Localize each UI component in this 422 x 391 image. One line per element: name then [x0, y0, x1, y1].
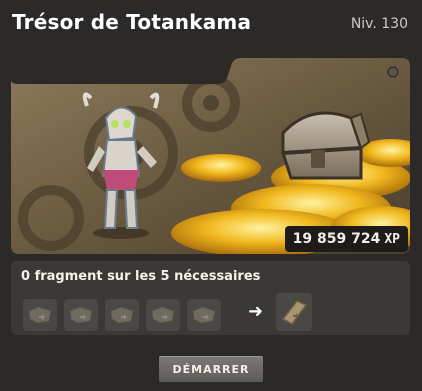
- right-arrow-icon: ➜: [248, 301, 264, 322]
- quest-title: Trésor de Totankama: [12, 10, 252, 34]
- map-fragment-icon: [151, 306, 175, 324]
- map-fragment-icon: [192, 306, 216, 324]
- treasure-map-icon: [281, 300, 308, 325]
- fragment-slot-5[interactable]: [187, 299, 221, 331]
- fragment-slot-1[interactable]: [23, 299, 57, 331]
- xp-value: 19 859 724: [292, 231, 381, 247]
- treasure-map-slot[interactable]: [276, 293, 312, 331]
- xp-reward: 19 859 724 XP: [284, 226, 408, 252]
- map-fragment-icon: [69, 306, 93, 324]
- fragment-slot-3[interactable]: [105, 299, 139, 331]
- start-button[interactable]: DÉMARRER: [158, 355, 264, 383]
- fragments-panel: 0 fragment sur les 5 nécessaires ➜: [11, 261, 410, 335]
- treasure-chest-icon: [281, 111, 371, 180]
- map-fragment-icon: [28, 306, 52, 324]
- fragment-slot-2[interactable]: [64, 299, 98, 331]
- fragment-slot-4[interactable]: [146, 299, 180, 331]
- xp-unit: XP: [384, 231, 400, 247]
- reward-scene: [11, 58, 410, 254]
- map-fragment-icon: [110, 306, 134, 324]
- fragments-summary: 0 fragment sur les 5 nécessaires: [21, 269, 261, 284]
- scene-art: [11, 58, 410, 254]
- level-label: Niv. 130: [350, 16, 408, 32]
